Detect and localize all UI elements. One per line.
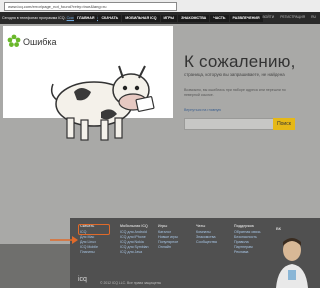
footer-column-support: Поддержка Обратная связь Безопасность Пр… — [234, 224, 260, 255]
footer-link[interactable]: Онлайн — [158, 245, 178, 250]
top-bar: Сегодня в телефонах программа ICQ. Скача… — [0, 12, 320, 24]
footer-column-chats: Чаты Комнаты Знакомства Сообщества — [196, 224, 217, 245]
nav-item-home[interactable]: ГЛАВНАЯ — [74, 15, 98, 22]
footer-column-mobile: Мобильная ICQ ICQ для Android ICQ для iP… — [120, 224, 149, 255]
footer-heading[interactable]: Игры — [158, 224, 178, 229]
error-message: страница, которую вы запрашиваете, не на… — [184, 72, 285, 77]
search-input[interactable] — [184, 118, 274, 130]
footer-heading[interactable]: Чаты — [196, 224, 217, 229]
error-card: Ошибка — [3, 26, 173, 141]
user-nav: ВОЙТИ РЕГИСТРАЦИЯ RU — [262, 15, 316, 19]
footer-heading[interactable]: Мобильная ICQ — [120, 224, 149, 229]
person-illustration — [276, 238, 308, 288]
nav-item-download[interactable]: СКАЧАТЬ — [98, 15, 122, 22]
login-link[interactable]: ВОЙТИ — [262, 15, 274, 19]
nav-item-dating[interactable]: ЗНАКОМСТВА — [178, 15, 210, 22]
nav-item-games[interactable]: ИГРЫ — [160, 15, 178, 22]
cow-illustration — [50, 65, 155, 141]
main-nav: ГЛАВНАЯ СКАЧАТЬ МОБИЛЬНАЯ ICQ ИГРЫ ЗНАКО… — [74, 15, 263, 22]
nav-item-mobile[interactable]: МОБИЛЬНАЯ ICQ — [122, 15, 160, 22]
nav-item-chats[interactable]: ЧАСТЬ — [210, 15, 229, 22]
footer-link[interactable]: Плагины — [80, 250, 98, 255]
notice-text: Сегодня в телефонах программа ICQ. — [2, 16, 66, 20]
footer-link[interactable]: Реклама — [234, 250, 260, 255]
social-badge[interactable]: ВК — [276, 226, 281, 231]
icq-logo: icq — [78, 276, 87, 283]
language-link[interactable]: RU — [311, 15, 316, 19]
highlight-box — [78, 224, 110, 235]
icq-flower-icon — [7, 34, 21, 47]
url-input[interactable]: www.icq.com/error/page_not_found?retry=t… — [4, 2, 177, 11]
footer-column-games: Игры Каталог Новые игры Популярное Онлай… — [158, 224, 178, 250]
page-heading: К сожалению, — [184, 52, 296, 71]
footer-heading[interactable]: Поддержка — [234, 224, 260, 229]
footer-link[interactable]: ICQ для Java — [120, 250, 149, 255]
pointer-arrow-icon — [50, 236, 78, 244]
error-title: Ошибка — [23, 37, 57, 47]
home-link[interactable]: Вернуться на главную — [184, 108, 221, 112]
search-button[interactable]: Поиск — [273, 118, 295, 130]
copyright-text: © 2012 ICQ LLC. Все права защищены — [100, 281, 162, 285]
nav-item-entertainment[interactable]: РАЗВЛЕЧЕНИЯ — [229, 15, 263, 22]
footer-link[interactable]: Сообщества — [196, 240, 217, 245]
register-link[interactable]: РЕГИСТРАЦИЯ — [280, 15, 305, 19]
error-hint: Возможно, вы ошиблись при наборе адреса … — [184, 88, 286, 97]
